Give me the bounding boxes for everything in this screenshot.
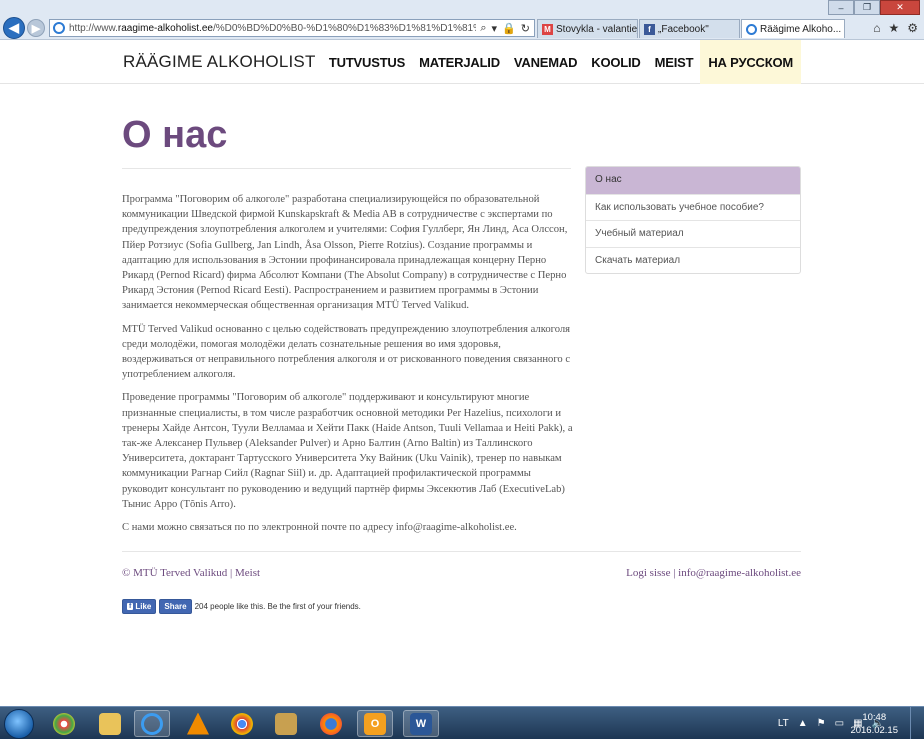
forward-button[interactable]: ▶ xyxy=(27,19,45,37)
meist-link[interactable]: Meist xyxy=(235,567,260,579)
window-controls: – ❐ ✕ xyxy=(828,0,920,15)
firefox-icon xyxy=(320,712,342,735)
outlook-icon: O xyxy=(364,712,386,735)
site-brand[interactable]: RÄÄGIME ALKOHOLIST xyxy=(123,52,316,72)
facebook-icon: f xyxy=(127,603,134,610)
site-header: RÄÄGIME ALKOHOLIST TUTVUSTUS MATERJALID … xyxy=(0,40,924,84)
monitor-icon[interactable]: ▭ xyxy=(835,718,844,729)
show-desktop-button[interactable] xyxy=(910,707,924,739)
web-page: RÄÄGIME ALKOHOLIST TUTVUSTUS MATERJALID … xyxy=(0,40,924,706)
menu-item-russian[interactable]: НА РУССКОМ xyxy=(700,40,801,84)
close-tab-icon[interactable]: ✕ xyxy=(841,24,844,35)
paragraph: С нами можно связаться по по электронной… xyxy=(122,522,517,534)
email-link[interactable]: info@raagime-alkoholist.ee xyxy=(678,567,801,579)
tab-facebook[interactable]: f „Facebook" xyxy=(639,19,740,38)
tool-icon xyxy=(275,712,297,735)
gear-icon[interactable]: ⚙ xyxy=(907,21,918,35)
footer-separator: | xyxy=(230,567,233,579)
main-menu: TUTVUSTUS MATERJALID VANEMAD KOOLID MEIS… xyxy=(322,40,801,84)
flag-icon[interactable]: ⚑ xyxy=(817,718,826,729)
fb-share-button[interactable]: Share xyxy=(159,599,192,614)
paragraph: MTÜ Terved Valikud основанно с целью сод… xyxy=(122,323,571,381)
main-content: Программа "Поговорим об алкоголе" разраб… xyxy=(122,192,574,543)
tab-gmail[interactable]: M Stovykla - valantieji... xyxy=(537,19,638,38)
page-title: О нас xyxy=(122,114,228,156)
paragraph: Программа "Поговорим об алкоголе" разраб… xyxy=(122,194,568,312)
start-button[interactable] xyxy=(4,709,34,739)
facebook-widget: f Like Share 204 people like this. Be the… xyxy=(122,599,361,614)
login-link[interactable]: Logi sisse xyxy=(626,567,670,579)
browser-toolbar-icons: ⌂ ★ ⚙ xyxy=(873,21,918,35)
ie-icon xyxy=(141,712,163,735)
vlc-icon xyxy=(187,712,209,735)
clock-date: 2016.02.15 xyxy=(850,725,898,736)
menu-item-materjalid[interactable]: MATERJALID xyxy=(412,40,507,84)
taskbar-app-outlook[interactable]: O xyxy=(357,710,393,737)
language-indicator[interactable]: LT xyxy=(778,718,789,729)
address-tools: ⌕ ▾ 🔒 ↻ xyxy=(476,22,534,35)
sidebar-item-download[interactable]: Скачать материал xyxy=(586,246,800,274)
minimize-button[interactable]: – xyxy=(828,0,854,15)
sidebar-nav: О нас Как использовать учебное пособие? … xyxy=(585,166,801,274)
taskbar-app-firefox[interactable] xyxy=(313,710,349,737)
menu-item-koolid[interactable]: KOOLID xyxy=(584,40,647,84)
favorites-icon[interactable]: ★ xyxy=(888,21,899,35)
arrow-right-icon: ▶ xyxy=(31,22,41,35)
home-icon[interactable]: ⌂ xyxy=(873,21,880,35)
clock-time: 10:48 xyxy=(862,712,887,723)
menu-item-tutvustus[interactable]: TUTVUSTUS xyxy=(322,40,412,84)
browser-chrome: – ❐ ✕ ◀ ▶ http://www.raagime-alkoholist.… xyxy=(0,0,924,40)
tab-raagime[interactable]: Räägime Alkoho... ✕ xyxy=(741,19,845,38)
sidebar-item-how-to-use[interactable]: Как использовать учебное пособие? xyxy=(586,193,800,221)
word-icon: W xyxy=(410,712,432,735)
arrow-up-icon[interactable]: ▲ xyxy=(798,718,808,729)
refresh-icon[interactable]: ↻ xyxy=(521,22,530,35)
copyright-link[interactable]: © MTÜ Terved Valikud xyxy=(122,567,227,579)
taskbar-app-vlc[interactable] xyxy=(180,710,216,737)
taskbar-app-explorer[interactable] xyxy=(92,710,128,737)
chrome-icon xyxy=(231,712,253,735)
taskbar-app-chrome[interactable] xyxy=(224,710,260,737)
taskbar-app-tool[interactable] xyxy=(268,710,304,737)
chrome-icon xyxy=(53,712,75,735)
divider xyxy=(122,551,801,552)
dropdown-icon[interactable]: ▾ xyxy=(492,22,498,35)
menu-item-vanemad[interactable]: VANEMAD xyxy=(507,40,584,84)
back-button[interactable]: ◀ xyxy=(3,17,25,39)
fb-like-button[interactable]: f Like xyxy=(122,599,157,614)
footer-right: Logi sisse | info@raagime-alkoholist.ee xyxy=(626,567,801,579)
taskbar-app-word[interactable]: W xyxy=(403,710,439,737)
restore-button[interactable]: ❐ xyxy=(854,0,880,15)
footer-left: © MTÜ Terved Valikud | Meist xyxy=(122,567,260,579)
facebook-icon: f xyxy=(644,23,655,35)
ie-icon xyxy=(746,23,757,35)
taskbar: O W LT ▲ ⚑ ▭ ▦ 🔈 10:48 2016.02.15 xyxy=(0,706,924,739)
address-bar[interactable]: http://www.raagime-alkoholist.ee/%D0%BD%… xyxy=(49,19,535,37)
arrow-left-icon: ◀ xyxy=(9,20,19,35)
taskbar-app-ie[interactable] xyxy=(134,710,170,737)
divider xyxy=(122,168,571,169)
lock-icon[interactable]: 🔒 xyxy=(502,22,516,35)
clock[interactable]: 10:48 2016.02.15 xyxy=(850,711,898,737)
paragraph: Проведение программы "Поговорим об алког… xyxy=(122,392,573,510)
sidebar-item-material[interactable]: Учебный материал xyxy=(586,220,800,247)
footer-separator: | xyxy=(673,567,676,579)
folder-icon xyxy=(99,712,121,735)
search-icon[interactable]: ⌕ xyxy=(480,22,486,35)
url-text[interactable]: http://www.raagime-alkoholist.ee/%D0%BD%… xyxy=(69,23,476,34)
ie-icon xyxy=(53,22,65,34)
taskbar-app-chrome-launcher[interactable] xyxy=(46,710,82,737)
menu-item-meist[interactable]: MEIST xyxy=(648,40,701,84)
gmail-icon: M xyxy=(542,23,553,35)
fb-like-count: 204 people like this. Be the first of yo… xyxy=(194,602,361,611)
close-window-button[interactable]: ✕ xyxy=(880,0,920,15)
sidebar-item-about[interactable]: О нас xyxy=(586,167,800,194)
